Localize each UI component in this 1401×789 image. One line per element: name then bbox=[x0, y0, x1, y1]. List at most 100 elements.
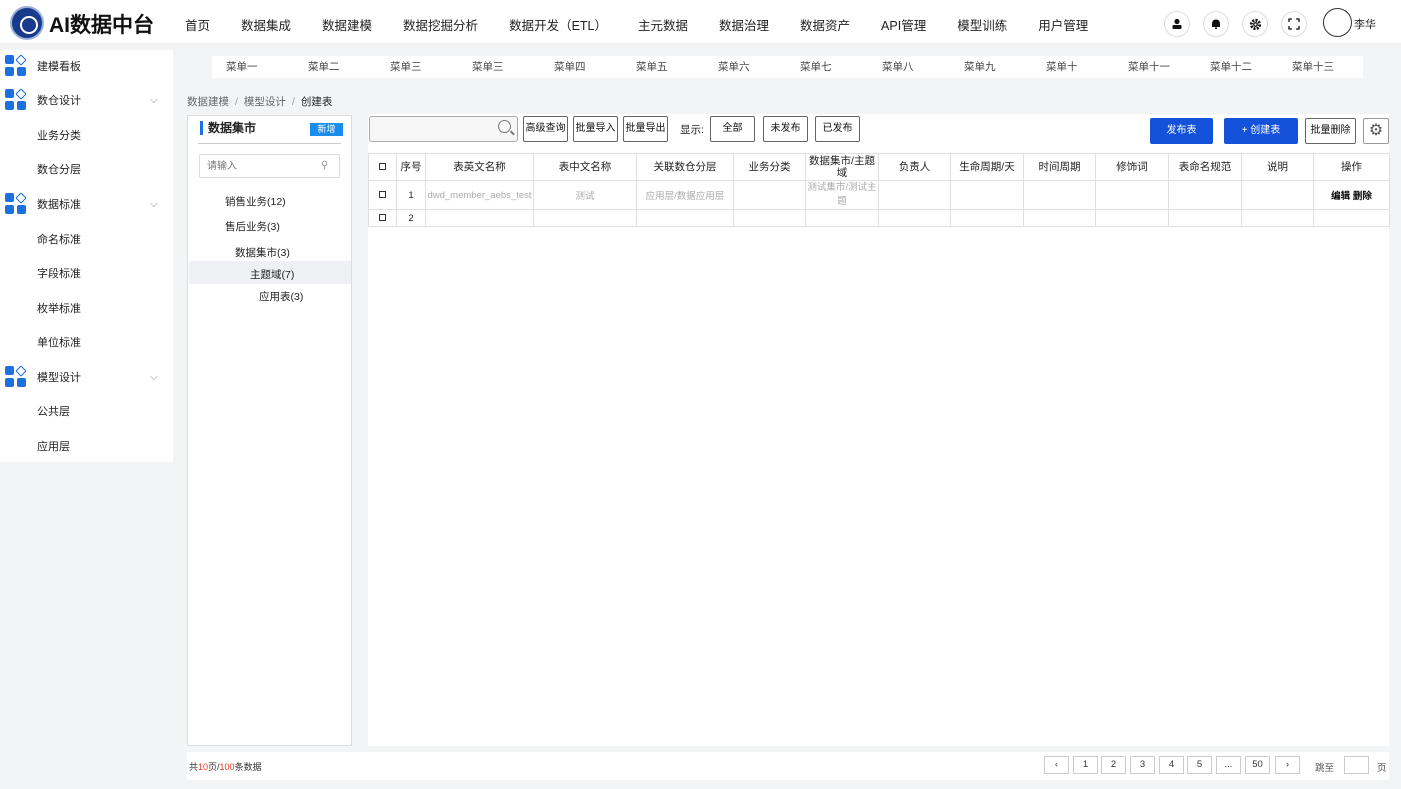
nav-item-etl[interactable]: 数据开发（ETL） bbox=[509, 15, 607, 34]
batch-import-button[interactable]: 批量导入 bbox=[573, 116, 618, 142]
add-button[interactable]: 新增 bbox=[310, 123, 343, 136]
nav-item-assets[interactable]: 数据资产 bbox=[800, 15, 850, 34]
nav-item-integration[interactable]: 数据集成 bbox=[241, 15, 291, 34]
nav-item-governance[interactable]: 数据治理 bbox=[719, 15, 769, 34]
nav-item-home[interactable]: 首页 bbox=[185, 15, 210, 34]
nav-item-api[interactable]: API管理 bbox=[881, 15, 926, 34]
menu-item[interactable]: 菜单一 bbox=[212, 56, 294, 78]
nav-item-mining[interactable]: 数据挖掘分析 bbox=[403, 15, 478, 34]
sidebar-item-label: 模型设计 bbox=[37, 372, 81, 384]
sidebar-item-business-category[interactable]: 业务分类 bbox=[0, 120, 173, 150]
batch-delete-button[interactable]: 批量删除 bbox=[1305, 118, 1356, 144]
sidebar-item-label: 枚举标准 bbox=[37, 303, 81, 315]
grid-icon bbox=[5, 365, 27, 388]
select-all-checkbox[interactable] bbox=[368, 153, 397, 181]
sidebar-item-label: 命名标准 bbox=[37, 234, 81, 246]
page-button[interactable]: 5 bbox=[1187, 756, 1212, 774]
gear-icon[interactable] bbox=[1242, 11, 1268, 37]
filter-all-button[interactable]: 全部 bbox=[710, 116, 755, 142]
sidebar-item-modeling-board[interactable]: 建模看板 bbox=[0, 51, 173, 81]
next-page-button[interactable]: › bbox=[1275, 756, 1300, 774]
sidebar-item-data-standard[interactable]: 数据标准 ⌵ bbox=[0, 189, 173, 219]
sidebar-item-common-layer[interactable]: 公共层 bbox=[0, 396, 173, 426]
create-table-button[interactable]: + 创建表 bbox=[1224, 118, 1298, 144]
sidebar-item-naming-standard[interactable]: 命名标准 bbox=[0, 224, 173, 254]
cell-period bbox=[1023, 209, 1096, 227]
batch-export-button[interactable]: 批量导出 bbox=[623, 116, 668, 142]
nav-item-modeling[interactable]: 数据建模 bbox=[322, 15, 372, 34]
nav-item-master-data[interactable]: 主元数据 bbox=[638, 15, 688, 34]
menu-item[interactable]: 菜单十二 bbox=[1196, 56, 1278, 78]
jump-page-input[interactable] bbox=[1344, 756, 1369, 774]
filter-unpublished-button[interactable]: 未发布 bbox=[763, 116, 808, 142]
main-nav: 首页 数据集成 数据建模 数据挖掘分析 数据开发（ETL） 主元数据 数据治理 … bbox=[185, 15, 1119, 34]
edit-link[interactable]: 编辑 bbox=[1331, 191, 1350, 202]
nav-item-training[interactable]: 模型训练 bbox=[957, 15, 1007, 34]
menu-item[interactable]: 菜单二 bbox=[294, 56, 376, 78]
sidebar-item-warehouse-design[interactable]: 数仓设计 ⌵ bbox=[0, 85, 173, 115]
total-prefix: 共 bbox=[189, 762, 199, 772]
publish-table-button[interactable]: 发布表 bbox=[1150, 118, 1213, 144]
fullscreen-icon[interactable] bbox=[1281, 11, 1307, 37]
column-header: 修饰词 bbox=[1095, 153, 1169, 181]
cell-life bbox=[950, 209, 1024, 227]
sidebar-item-warehouse-layer[interactable]: 数仓分层 bbox=[0, 154, 173, 184]
menu-item[interactable]: 菜单十一 bbox=[1114, 56, 1196, 78]
page-button[interactable]: 3 bbox=[1130, 756, 1155, 774]
row-checkbox[interactable] bbox=[368, 209, 397, 227]
menu-item[interactable]: 菜单十三 bbox=[1278, 56, 1360, 78]
page-button[interactable]: 4 bbox=[1159, 756, 1184, 774]
sidebar-item-field-standard[interactable]: 字段标准 bbox=[0, 258, 173, 288]
chevron-down-icon[interactable]: ⌵ bbox=[150, 372, 158, 383]
table-search-input[interactable] bbox=[369, 116, 518, 142]
cell-cn-name: 测试 bbox=[533, 180, 637, 210]
table-row[interactable]: 1 dwd_member_aebs_test 测试 应用层/数据应用层 测试集市… bbox=[368, 180, 1390, 210]
menu-item[interactable]: 菜单十 bbox=[1032, 56, 1114, 78]
page-button[interactable]: 50 bbox=[1245, 756, 1270, 774]
filter-published-button[interactable]: 已发布 bbox=[815, 116, 860, 142]
tree-node[interactable]: 应用表(3) bbox=[259, 289, 303, 304]
menu-item[interactable]: 菜单八 bbox=[868, 56, 950, 78]
sidebar-item-enum-standard[interactable]: 枚举标准 bbox=[0, 293, 173, 323]
tree-node-selected[interactable]: 主题域(7) bbox=[250, 267, 294, 282]
sidebar-item-application-layer[interactable]: 应用层 bbox=[0, 431, 173, 461]
menu-item[interactable]: 菜单六 bbox=[704, 56, 786, 78]
menu-item[interactable]: 菜单四 bbox=[540, 56, 622, 78]
menu-item[interactable]: 菜单三 bbox=[458, 56, 540, 78]
tree-node[interactable]: 销售业务(12) bbox=[225, 194, 286, 209]
delete-link[interactable]: 删除 bbox=[1353, 191, 1372, 202]
advanced-query-button[interactable]: 高级查询 bbox=[523, 116, 568, 142]
bell-icon[interactable] bbox=[1203, 11, 1229, 37]
column-header: 生命周期/天 bbox=[950, 153, 1024, 181]
avatar[interactable] bbox=[1323, 8, 1352, 37]
menu-bar: 菜单一 菜单二 菜单三 菜单三 菜单四 菜单五 菜单六 菜单七 菜单八 菜单九 … bbox=[212, 56, 1363, 78]
sidebar-item-model-design[interactable]: 模型设计 ⌵ bbox=[0, 362, 173, 392]
menu-item[interactable]: 菜单七 bbox=[786, 56, 868, 78]
settings-icon[interactable]: ⚙ bbox=[1363, 118, 1389, 144]
tree-node[interactable]: 数据集市(3) bbox=[235, 245, 290, 260]
nav-item-users[interactable]: 用户管理 bbox=[1038, 15, 1088, 34]
menu-item[interactable]: 菜单五 bbox=[622, 56, 704, 78]
search-icon[interactable] bbox=[498, 120, 511, 133]
breadcrumb-item[interactable]: 模型设计 bbox=[244, 96, 286, 108]
cell-desc bbox=[1241, 209, 1314, 227]
user-icon[interactable] bbox=[1164, 11, 1190, 37]
cell-naming bbox=[1168, 180, 1242, 210]
menu-item[interactable]: 菜单九 bbox=[950, 56, 1032, 78]
breadcrumb-item[interactable]: 数据建模 bbox=[187, 96, 229, 108]
logo-icon bbox=[10, 6, 44, 40]
chevron-down-icon[interactable]: ⌵ bbox=[150, 199, 158, 210]
row-checkbox[interactable] bbox=[368, 180, 397, 210]
tree-node[interactable]: 售后业务(3) bbox=[225, 219, 280, 234]
column-header: 说明 bbox=[1241, 153, 1314, 181]
table-row[interactable]: 2 bbox=[368, 209, 1390, 227]
page-button[interactable]: 1 bbox=[1073, 756, 1098, 774]
search-icon[interactable]: ⚲ bbox=[321, 160, 328, 171]
tree-search-input[interactable] bbox=[199, 154, 340, 178]
page-button[interactable]: 2 bbox=[1101, 756, 1126, 774]
prev-page-button[interactable]: ‹ bbox=[1044, 756, 1069, 774]
user-name[interactable]: 李华 bbox=[1354, 16, 1376, 32]
sidebar-item-unit-standard[interactable]: 单位标准 bbox=[0, 327, 173, 357]
chevron-down-icon[interactable]: ⌵ bbox=[150, 95, 158, 106]
menu-item[interactable]: 菜单三 bbox=[376, 56, 458, 78]
